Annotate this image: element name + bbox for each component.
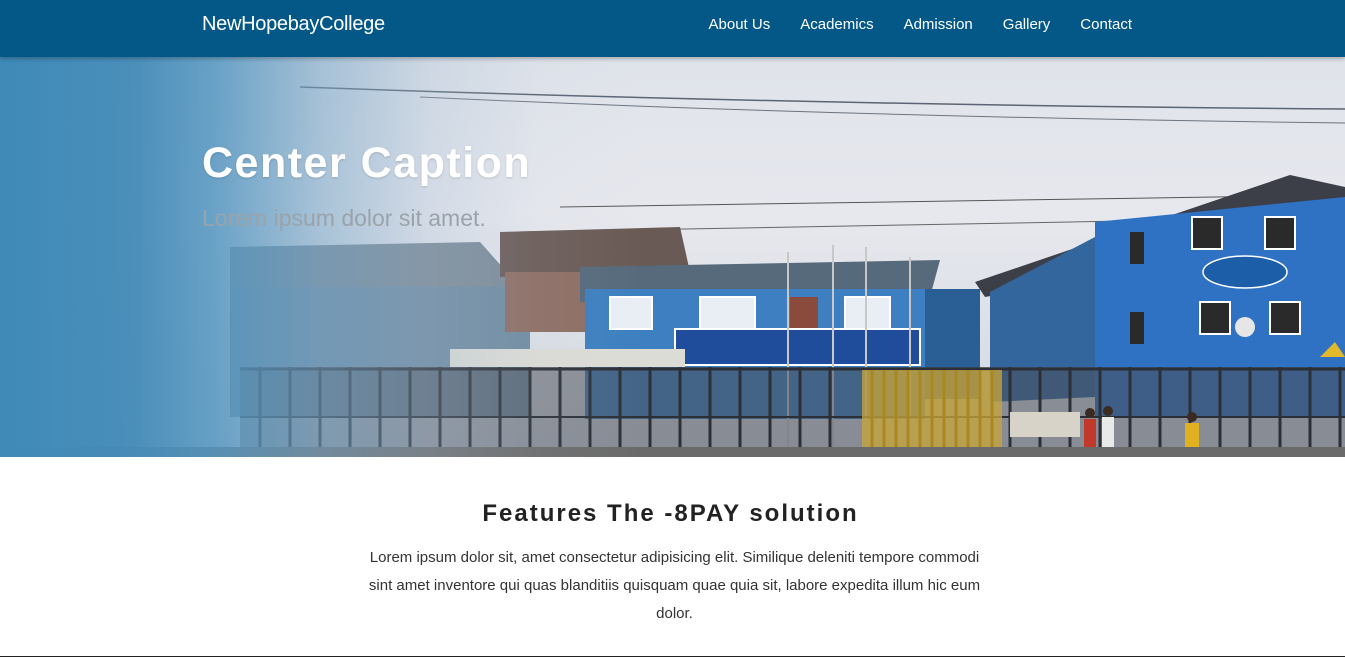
nav-link-about-us[interactable]: About Us bbox=[709, 16, 771, 33]
features-title: Features The -8PAY solution bbox=[482, 500, 859, 527]
nav-link-contact[interactable]: Contact bbox=[1080, 16, 1132, 33]
hero-carousel: Center Caption Lorem ipsum dolor sit ame… bbox=[0, 57, 1345, 457]
features-description: Lorem ipsum dolor sit, amet consectetur … bbox=[368, 549, 981, 622]
hero-subtitle: Lorem ipsum dolor sit amet. bbox=[202, 205, 486, 231]
nav-link-admission[interactable]: Admission bbox=[904, 16, 973, 33]
brand-link[interactable]: NewHopebayCollege bbox=[202, 13, 385, 36]
top-navbar: NewHopebayCollege About Us Academics Adm… bbox=[0, 0, 1345, 57]
hero-title: Center Caption bbox=[202, 139, 532, 187]
nav-links: About Us Academics Admission Gallery Con… bbox=[709, 16, 1132, 33]
nav-link-academics[interactable]: Academics bbox=[800, 16, 873, 33]
hero-gradient-overlay bbox=[0, 57, 1345, 457]
features-section: Features The -8PAY solution Lorem ipsum … bbox=[0, 457, 1345, 657]
nav-link-gallery[interactable]: Gallery bbox=[1003, 16, 1051, 33]
